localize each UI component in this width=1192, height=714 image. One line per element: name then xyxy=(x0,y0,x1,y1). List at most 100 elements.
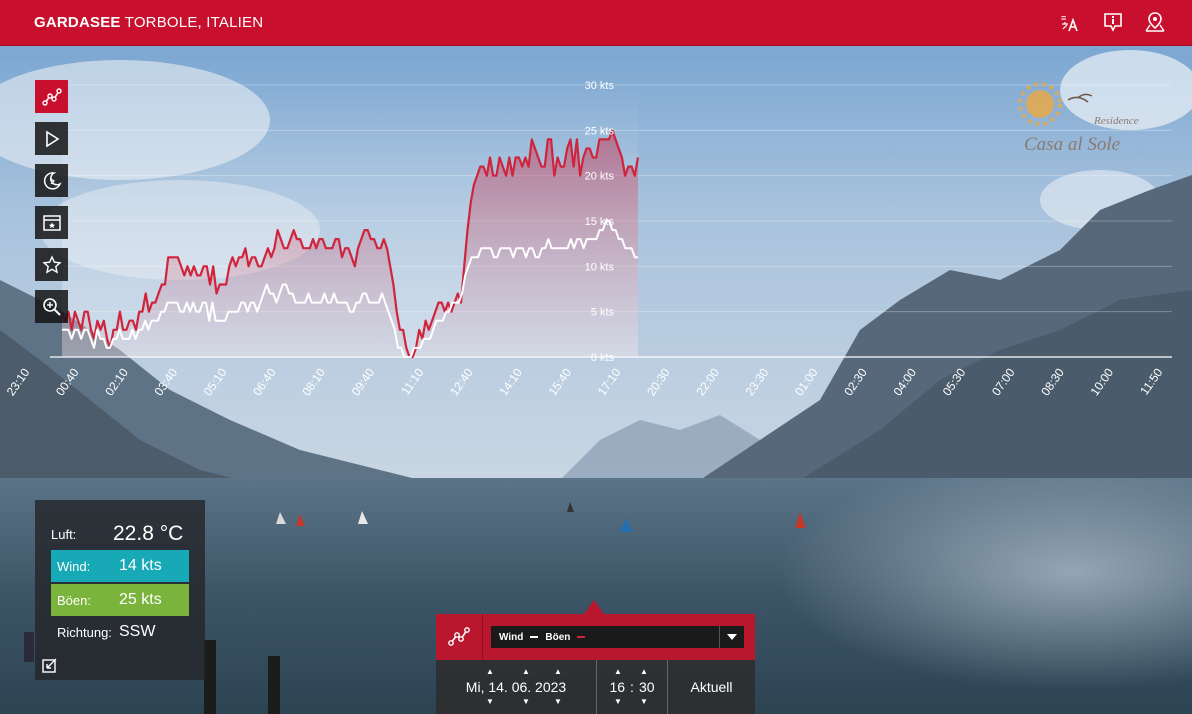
x-tick-label: 05:10 xyxy=(201,365,230,398)
chevron-down-icon[interactable] xyxy=(719,626,744,648)
zoom-button[interactable] xyxy=(35,290,68,323)
legend-gust-label: Böen xyxy=(545,631,571,643)
weather-panel: Luft: 22.8 °C Wind: 14 kts Böen: 25 kts … xyxy=(35,500,205,680)
play-icon xyxy=(45,130,59,147)
wind-row: Wind: 14 kts xyxy=(51,550,189,582)
x-tick-label: 12:40 xyxy=(447,365,476,398)
chart-control-panel: Wind Böen ▲ ▼ ▲ ▼ ▲ ▼ Mi, 14. 06. 2023 ▲… xyxy=(436,600,755,714)
casa-al-sole-logo: Residence Casa al Sole xyxy=(1018,82,1139,155)
air-temp-row: Luft: 22.8 °C xyxy=(51,518,189,550)
y-tick-label: 25 kts xyxy=(585,125,615,137)
y-tick-label: 5 kts xyxy=(591,307,615,319)
day-up-icon[interactable]: ▲ xyxy=(486,668,494,676)
x-tick-label: 08:30 xyxy=(1038,365,1067,398)
year-down-icon[interactable]: ▼ xyxy=(554,698,562,706)
chart-fade xyxy=(62,85,638,357)
wind-label: Wind: xyxy=(57,558,91,574)
window-icon xyxy=(42,214,61,231)
header-bar: GARDASEE TORBOLE, ITALIEN ≡ xyxy=(0,0,1192,46)
direction-label: Richtung: xyxy=(57,624,112,640)
x-tick-label: 03:40 xyxy=(152,365,181,398)
day-down-icon[interactable]: ▼ xyxy=(486,698,494,706)
minute-up-icon[interactable]: ▲ xyxy=(640,668,648,676)
x-tick-label: 11:10 xyxy=(398,365,426,397)
collapse-icon[interactable] xyxy=(41,656,59,674)
y-tick-label: 10 kts xyxy=(585,261,615,273)
x-tick-label: 07:00 xyxy=(989,365,1018,398)
gust-row: Böen: 25 kts xyxy=(51,584,189,616)
time-separator: : xyxy=(630,679,634,695)
x-tick-label: 02:10 xyxy=(102,365,131,398)
x-tick-label: 05:30 xyxy=(940,365,969,398)
direction-row: Richtung: SSW xyxy=(57,616,189,648)
graph-button[interactable] xyxy=(35,80,68,113)
y-tick-label: 0 kts xyxy=(591,352,615,364)
date-picker[interactable]: ▲ ▼ ▲ ▼ ▲ ▼ Mi, 14. 06. 2023 xyxy=(436,660,597,714)
chart-toggle-button[interactable] xyxy=(436,614,483,660)
chart-area-fill xyxy=(62,85,638,357)
graph-icon xyxy=(41,87,62,106)
x-tick-label: 02:30 xyxy=(841,365,870,398)
header-icons: ≡ xyxy=(1060,11,1166,33)
minute-value: 30 xyxy=(638,679,655,695)
fullscreen-button[interactable] xyxy=(35,206,68,239)
tool-column xyxy=(35,80,68,332)
x-tick-label: 17:10 xyxy=(595,365,624,398)
gust-value: 25 kts xyxy=(119,591,162,608)
hour-down-icon[interactable]: ▼ xyxy=(614,698,622,706)
y-tick-label: 15 kts xyxy=(585,216,615,228)
play-button[interactable] xyxy=(35,122,68,155)
favorite-button[interactable] xyxy=(35,248,68,281)
page-title: GARDASEE TORBOLE, ITALIEN xyxy=(34,14,263,31)
air-value: 22.8 °C xyxy=(113,522,184,545)
x-tick-label: 00:40 xyxy=(53,365,82,398)
legend-wind-swatch xyxy=(530,636,539,638)
x-tick-label: 23:30 xyxy=(743,365,772,398)
wind-chart: 0 kts 5 kts 10 kts 15 kts 20 kts 25 kts 30 kts… xyxy=(4,80,1172,398)
x-tick-label: 15:40 xyxy=(546,365,575,398)
y-tick-label: 20 kts xyxy=(585,171,615,183)
x-tick-label: 01:00 xyxy=(792,365,821,398)
y-tick-label: 30 kts xyxy=(585,80,615,92)
map-pin-icon[interactable] xyxy=(1144,11,1166,33)
x-tick-label: 23:10 xyxy=(4,365,33,398)
x-tick-label: 14:10 xyxy=(496,365,525,398)
x-tick-label: 09:40 xyxy=(349,365,378,398)
info-icon[interactable] xyxy=(1102,11,1124,33)
date-time-bar: ▲ ▼ ▲ ▼ ▲ ▼ Mi, 14. 06. 2023 ▲ ▼ ▲ ▼ 16 … xyxy=(436,660,755,714)
star-icon xyxy=(41,254,62,274)
direction-value: SSW xyxy=(119,623,156,640)
x-tick-label: 08:10 xyxy=(299,365,328,398)
logo-line1: Residence xyxy=(1093,115,1139,127)
x-tick-label: 04:00 xyxy=(890,365,919,398)
series-select[interactable]: Wind Böen xyxy=(491,626,744,648)
time-picker[interactable]: ▲ ▼ ▲ ▼ 16 : 30 xyxy=(597,660,668,714)
now-button[interactable]: Aktuell xyxy=(668,679,755,695)
date-value: Mi, 14. 06. 2023 xyxy=(465,679,567,695)
panel-pointer xyxy=(584,600,604,614)
x-tick-label: 11:50 xyxy=(1137,365,1165,397)
translate-icon[interactable]: ≡ xyxy=(1060,11,1082,33)
air-label: Luft: xyxy=(51,526,77,542)
x-tick-label: 06:40 xyxy=(250,365,279,398)
title-place: TORBOLE, ITALIEN xyxy=(120,14,264,31)
hour-value: 16 xyxy=(609,679,626,695)
minute-down-icon[interactable]: ▼ xyxy=(640,698,648,706)
legend-wind-label: Wind xyxy=(499,631,524,643)
x-axis-labels: 23:10 00:40 02:10 03:40 05:10 06:40 08:10 09:40… xyxy=(4,365,1166,398)
gust-label: Böen: xyxy=(57,592,91,608)
year-up-icon[interactable]: ▲ xyxy=(554,668,562,676)
month-up-icon[interactable]: ▲ xyxy=(522,668,530,676)
title-location: GARDASEE xyxy=(34,14,121,31)
legend-gust-swatch xyxy=(577,636,586,638)
svg-text:≡: ≡ xyxy=(1061,13,1066,23)
moon-icon xyxy=(43,171,62,190)
logo-line2: Casa al Sole xyxy=(1024,134,1120,155)
series-bar: Wind Böen xyxy=(436,614,755,660)
night-mode-button[interactable] xyxy=(35,164,68,197)
hour-up-icon[interactable]: ▲ xyxy=(614,668,622,676)
month-down-icon[interactable]: ▼ xyxy=(522,698,530,706)
x-tick-label: 20:30 xyxy=(644,365,673,398)
x-tick-label: 10:00 xyxy=(1088,365,1117,398)
zoom-icon xyxy=(42,297,61,316)
